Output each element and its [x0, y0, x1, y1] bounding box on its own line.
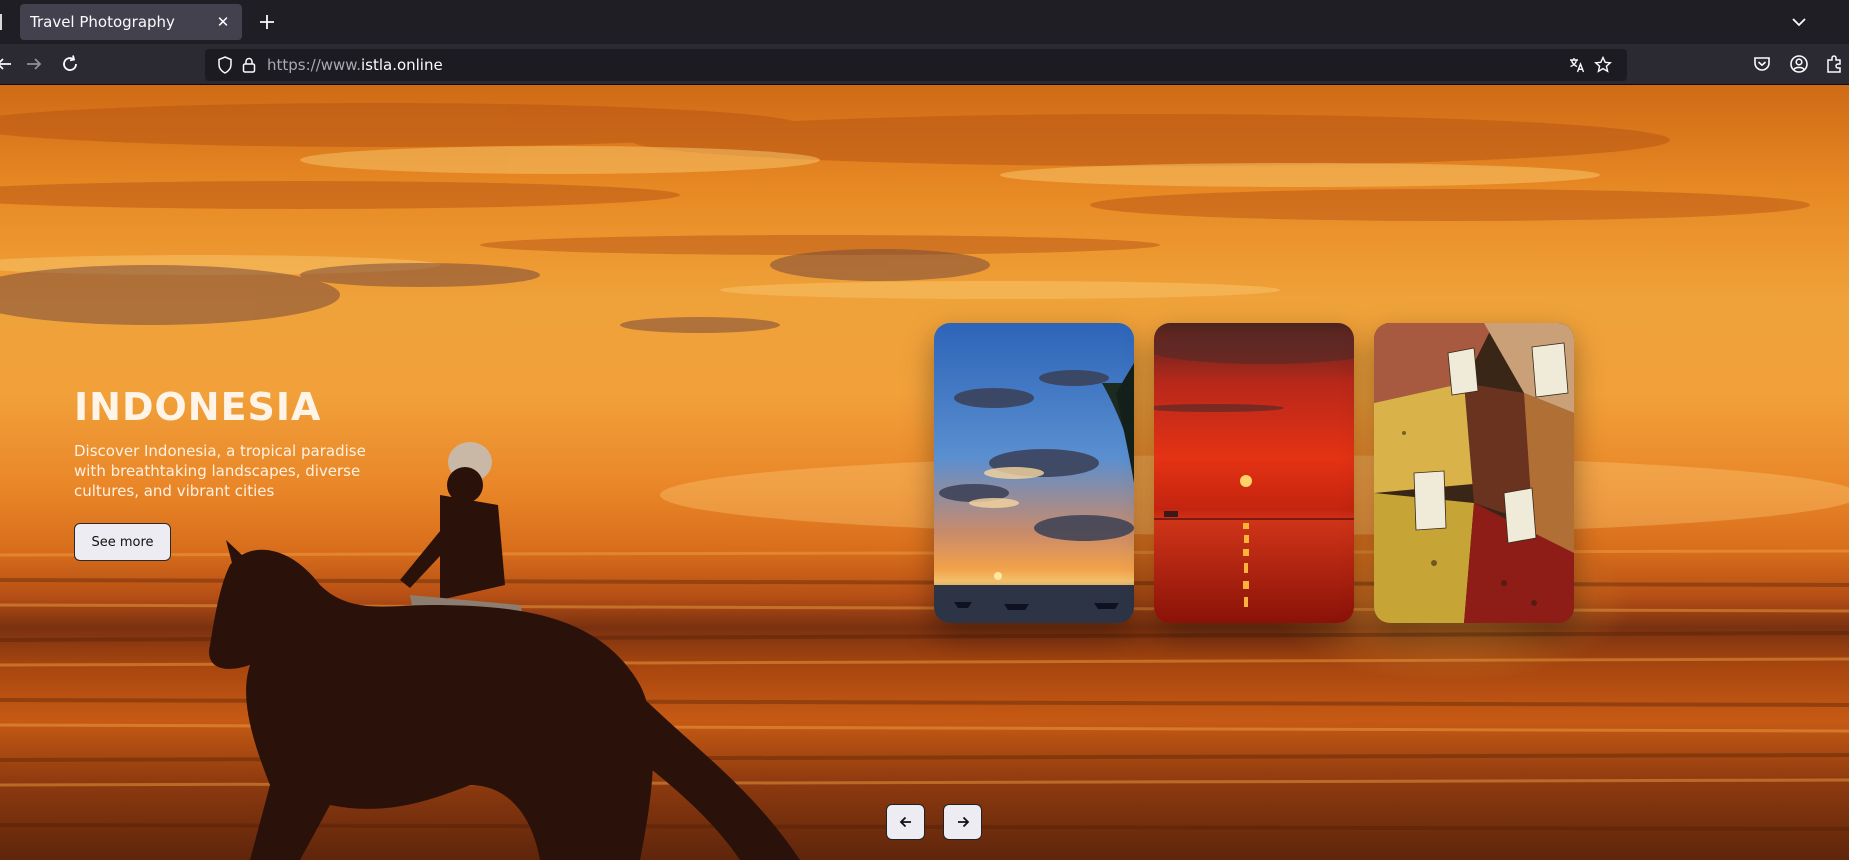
account-icon[interactable]: [1787, 52, 1811, 76]
tab-edge-divider: [0, 14, 2, 30]
tab-title: Travel Photography: [30, 13, 175, 31]
see-more-button[interactable]: See more: [74, 523, 171, 561]
chevron-down-icon[interactable]: [1787, 10, 1811, 34]
hero-text-block: INDONESIA Discover Indonesia, a tropical…: [74, 385, 394, 501]
reload-icon[interactable]: [58, 52, 82, 76]
tab-travel-photography[interactable]: Travel Photography ✕: [20, 4, 242, 40]
spice-market-image: [1374, 323, 1574, 623]
blue-sky-sunset-image: [934, 323, 1134, 623]
extensions-icon[interactable]: [1822, 52, 1846, 76]
url-domain: istla.online: [360, 56, 443, 74]
plus-icon[interactable]: [254, 9, 280, 35]
destination-description: Discover Indonesia, a tropical paradise …: [74, 442, 366, 500]
url-text[interactable]: https://www.istla.online: [267, 55, 443, 75]
carousel-next-button[interactable]: [943, 804, 982, 840]
hero-section: INDONESIA Discover Indonesia, a tropical…: [0, 85, 1849, 860]
spice-market-card[interactable]: [1374, 323, 1574, 623]
star-icon[interactable]: [1593, 55, 1613, 75]
carousel-prev-button[interactable]: [886, 804, 925, 840]
red-sunset-sea-card[interactable]: [1154, 323, 1354, 623]
arrow-right-icon: [957, 816, 969, 828]
close-icon[interactable]: ✕: [214, 13, 232, 31]
tracking-shield-icon[interactable]: [215, 55, 235, 75]
forward-arrow-icon[interactable]: [22, 52, 46, 76]
back-arrow-icon[interactable]: [0, 52, 16, 76]
navigation-toolbar: https://www.istla.online: [0, 44, 1849, 85]
red-sunset-sea-image: [1154, 323, 1354, 623]
arrow-left-icon: [899, 816, 911, 828]
url-bar[interactable]: https://www.istla.online: [205, 49, 1627, 81]
translate-icon[interactable]: [1567, 55, 1587, 75]
lock-icon[interactable]: [239, 55, 259, 75]
blue-sky-sunset-card[interactable]: [934, 323, 1134, 623]
url-prefix: https://www.: [267, 56, 361, 74]
destination-title: INDONESIA: [74, 385, 322, 429]
pocket-icon[interactable]: [1750, 52, 1774, 76]
tab-strip: Travel Photography ✕: [0, 0, 1849, 44]
